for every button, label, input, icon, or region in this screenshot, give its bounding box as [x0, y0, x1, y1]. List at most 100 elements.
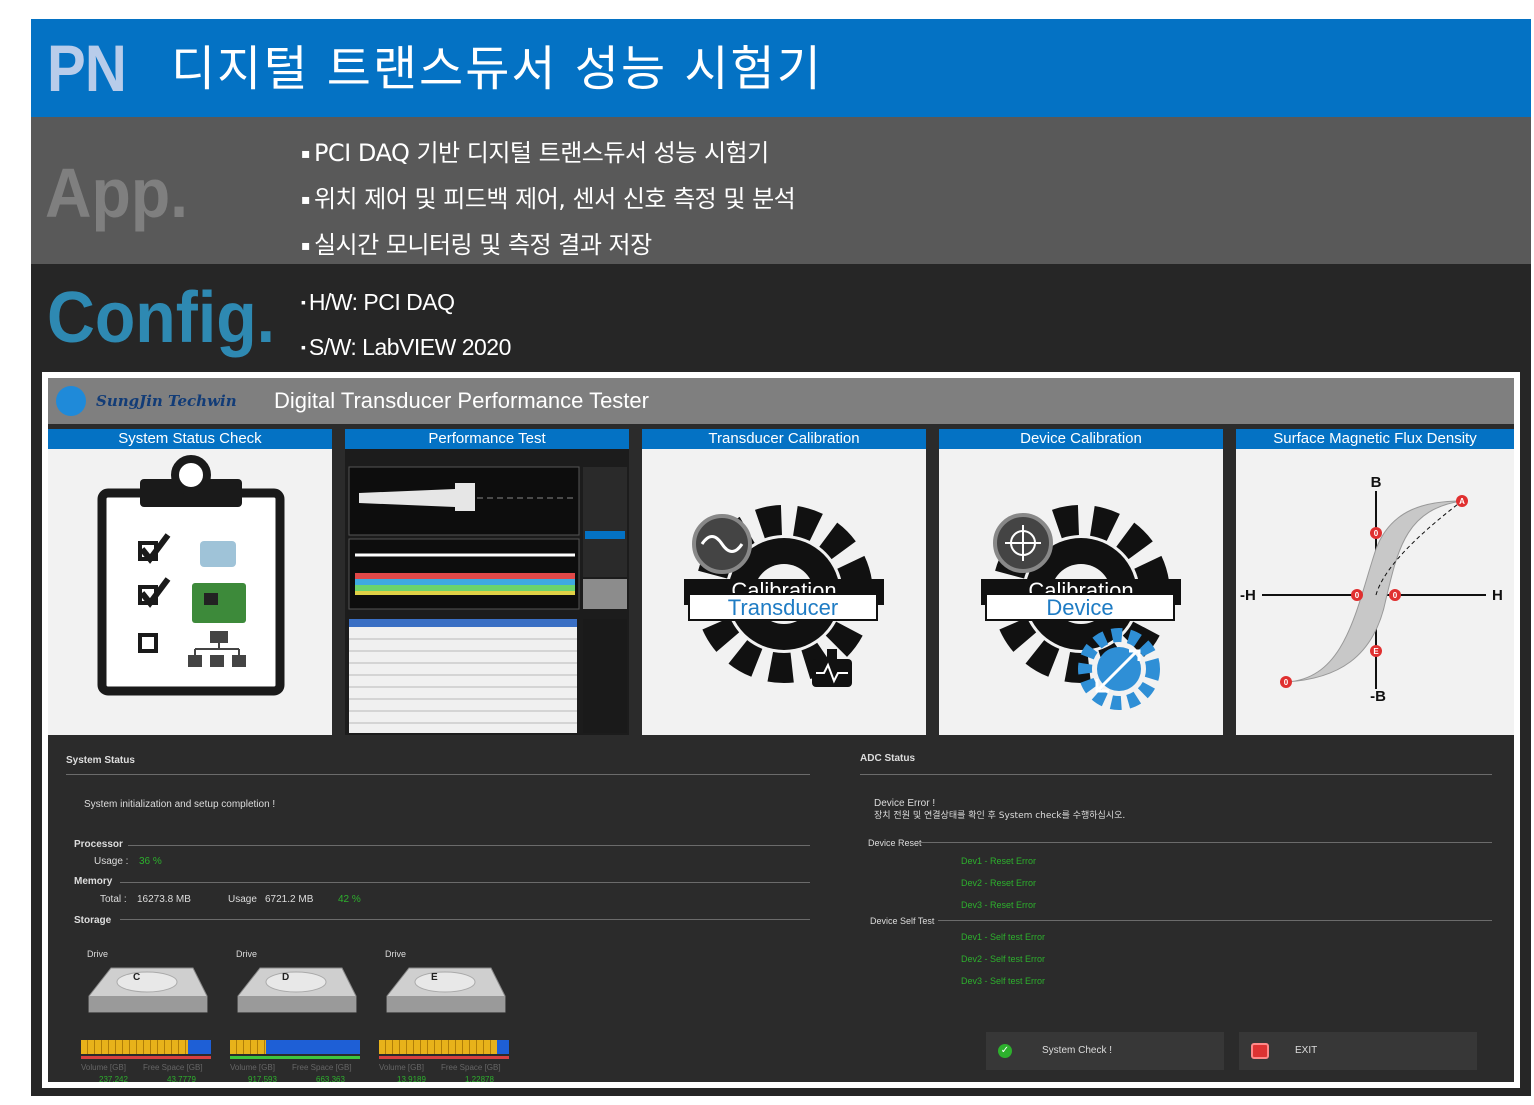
adc-error-detail: 장치 전원 및 연결상태를 확인 후 System check를 수행하십시오.	[874, 811, 1126, 821]
performance-screen-thumbnail	[345, 449, 629, 735]
module-surface-magnetic-flux-density[interactable]: Surface Magnetic Flux Density B -B H -H …	[1236, 429, 1514, 735]
app-bullet: PCI DAQ 기반 디지털 트랜스듀서 성능 시험기	[301, 131, 795, 177]
device-selftest-item: Dev3 - Self test Error	[961, 976, 1046, 986]
module-transducer-calibration[interactable]: Transducer Calibration Calibration Trans…	[642, 429, 926, 735]
app-bullet: 위치 제어 및 피드백 제어, 센서 신호 측정 및 분석	[301, 177, 796, 223]
drive-free-value: 1.22878	[465, 1075, 494, 1084]
app-bullet: 실시간 모니터링 및 측정 결과 저장	[301, 223, 795, 269]
module-performance-test[interactable]: Performance Test	[345, 429, 629, 735]
drive-free-value: 663.363	[316, 1075, 345, 1084]
point-d-label: 0	[1284, 678, 1289, 687]
config-bullet: S/W: LabVIEW 2020	[301, 325, 512, 370]
drive-volume-value: 13.9189	[397, 1075, 426, 1084]
drive-volume-label: Volume [GB]	[230, 1063, 275, 1072]
drive-widget: Drive E Volume [GB] Free Space [GB] 13.9189 1…	[379, 948, 513, 1084]
pn-badge: PN	[47, 31, 127, 105]
point-b-label: 0	[1374, 529, 1379, 538]
memory-total-value: 16273.8 MB	[137, 894, 191, 905]
axis-negb-label: -B	[1370, 688, 1386, 705]
device-reset-item: Dev1 - Reset Error	[961, 856, 1037, 866]
memory-usage-percent: 42 %	[338, 894, 361, 905]
drive-status-line	[81, 1056, 211, 1059]
drive-free-label: Free Space [GB]	[441, 1063, 501, 1072]
divider	[920, 842, 1492, 843]
exit-button[interactable]: EXIT	[1239, 1032, 1477, 1070]
page-title: 디지털 트랜스듀서 성능 시험기	[171, 41, 823, 97]
point-c-label: 0	[1355, 591, 1360, 600]
window-title-bar: SungJin Techwin Digital Transducer Perfo…	[48, 378, 1514, 424]
gear-bottom-label: Device	[1046, 595, 1113, 620]
module-label: Device Calibration	[939, 429, 1223, 449]
divider	[128, 845, 810, 846]
drive-volume-value: 917.593	[248, 1075, 277, 1084]
drive-usage-bar	[81, 1040, 211, 1054]
system-check-label: System Check !	[1042, 1045, 1113, 1056]
window-title: Digital Transducer Performance Tester	[274, 388, 649, 413]
system-check-button[interactable]: ✓ System Check !	[986, 1032, 1224, 1070]
drive-free-value: 43.7779	[167, 1075, 196, 1084]
divider	[120, 919, 810, 920]
device-reset-item: Dev2 - Reset Error	[961, 878, 1037, 888]
app-section: App. PCI DAQ 기반 디지털 트랜스듀서 성능 시험기 위치 제어 및…	[31, 117, 1531, 264]
drive-letter: D	[282, 972, 289, 983]
drive-free-label: Free Space [GB]	[143, 1063, 203, 1072]
point-e-label: E	[1373, 647, 1379, 656]
device-gear-icon: Calibration Device	[981, 505, 1181, 710]
hard-drive-icon: E	[386, 967, 506, 1013]
drive-letter: E	[431, 972, 438, 983]
drive-free-label: Free Space [GB]	[292, 1063, 352, 1072]
module-label: Surface Magnetic Flux Density	[1236, 429, 1514, 449]
drive-usage-bar	[230, 1040, 360, 1054]
drive-volume-label: Volume [GB]	[379, 1063, 424, 1072]
device-selftest-item: Dev2 - Self test Error	[961, 954, 1046, 964]
drive-letter: C	[133, 972, 140, 983]
exit-label: EXIT	[1295, 1045, 1318, 1056]
hard-drive-icon: D	[237, 967, 357, 1013]
config-label: Config.	[47, 278, 276, 358]
divider	[66, 774, 810, 775]
config-bullet: H/W: PCI DAQ	[301, 280, 511, 325]
hard-drive-icon: C	[88, 967, 208, 1013]
drive-usage-fill	[230, 1040, 267, 1054]
storage-label: Storage	[74, 915, 112, 926]
module-system-status-check[interactable]: System Status Check	[48, 429, 332, 735]
drive-status-line	[379, 1056, 509, 1059]
module-label: Performance Test	[345, 429, 629, 449]
transducer-gear-icon: Calibration Transducer	[684, 505, 884, 687]
drive-widget: Drive C Volume [GB] Free Space [GB] 237.242 4…	[81, 948, 215, 1084]
device-selftest-label: Device Self Test	[870, 916, 935, 926]
divider	[938, 920, 1492, 921]
axis-b-label: B	[1371, 474, 1382, 491]
check-circle-icon: ✓	[998, 1044, 1012, 1058]
module-label: System Status Check	[48, 429, 332, 449]
drive-status-line	[230, 1056, 360, 1059]
drive-volume-label: Volume [GB]	[81, 1063, 126, 1072]
device-selftest-item: Dev1 - Self test Error	[961, 932, 1046, 942]
adc-status-title: ADC Status	[860, 753, 916, 764]
memory-usage-label: Usage	[228, 894, 257, 905]
app-window-screenshot: SungJin Techwin Digital Transducer Perfo…	[42, 372, 1520, 1088]
point-a-label: A	[1459, 497, 1465, 506]
module-label: Transducer Calibration	[642, 429, 926, 449]
company-logo-text: SungJin Techwin	[96, 392, 237, 410]
memory-usage-value: 6721.2 MB	[265, 894, 314, 905]
adc-error-title: Device Error !	[874, 798, 936, 809]
exit-icon	[1251, 1043, 1269, 1059]
drive-widget: Drive D Volume [GB] Free Space [GB] 917.593 6…	[230, 948, 364, 1084]
drive-usage-fill	[81, 1040, 188, 1054]
title-banner: PN 디지털 트랜스듀서 성능 시험기	[31, 19, 1531, 117]
drive-usage-fill	[379, 1040, 498, 1054]
company-logo-icon	[56, 386, 86, 416]
processor-usage-value: 36 %	[139, 856, 162, 867]
drive-usage-bar	[379, 1040, 509, 1054]
app-bullets: PCI DAQ 기반 디지털 트랜스듀서 성능 시험기 위치 제어 및 피드백 …	[301, 131, 796, 269]
system-status-title: System Status	[66, 755, 135, 766]
module-device-calibration[interactable]: Device Calibration Calibration Device	[939, 429, 1223, 735]
checklist-icon	[97, 455, 285, 696]
memory-label: Memory	[74, 876, 113, 887]
hysteresis-curve-icon: B -B H -H A 0 0 0 E 0	[1240, 474, 1503, 705]
memory-total-label: Total :	[100, 894, 127, 905]
gear-bottom-label: Transducer	[728, 595, 838, 620]
divider	[860, 774, 1492, 775]
config-bullets: H/W: PCI DAQ S/W: LabVIEW 2020	[301, 280, 512, 370]
